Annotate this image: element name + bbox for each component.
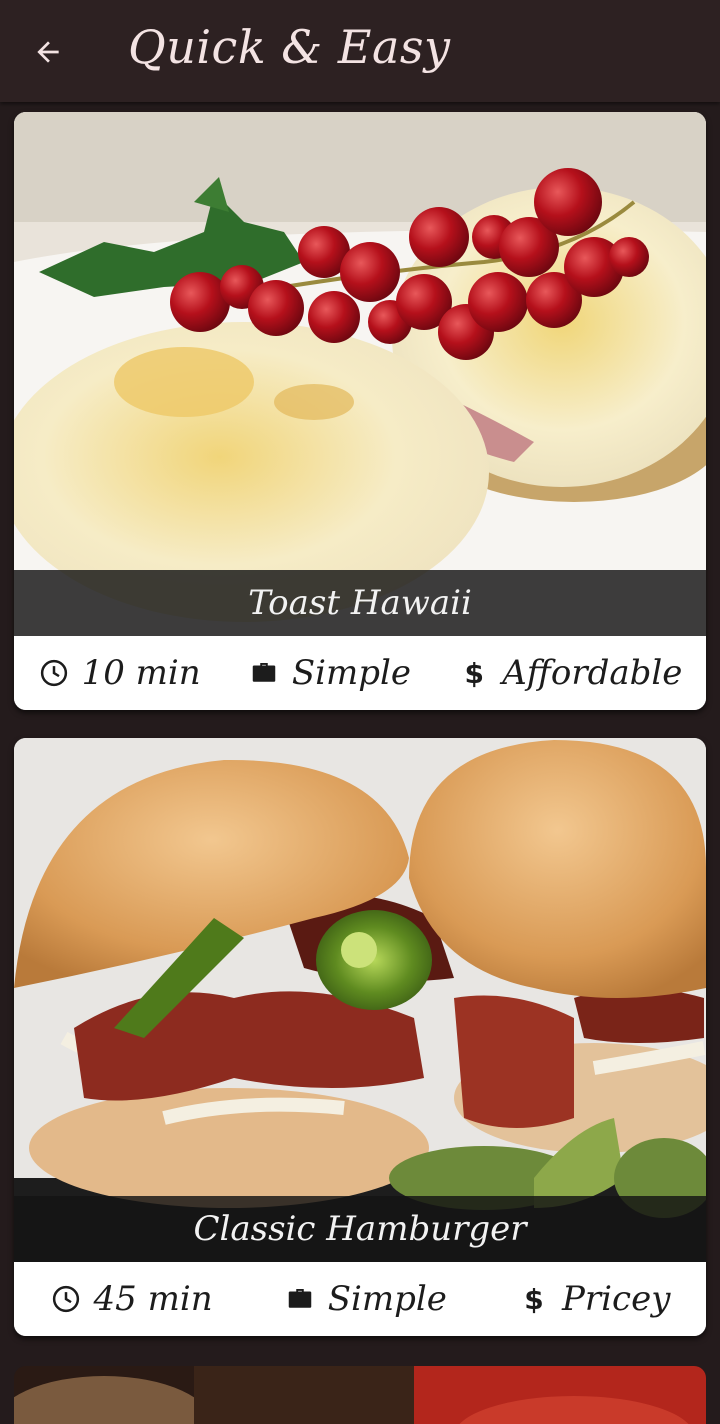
dollar-icon: $ bbox=[464, 656, 484, 690]
arrow-left-icon bbox=[37, 41, 59, 63]
complexity-info: Simple bbox=[248, 653, 411, 693]
affordability-info: $ Pricey bbox=[518, 1279, 670, 1319]
meal-image bbox=[14, 738, 706, 1262]
complexity-label: Simple bbox=[291, 653, 412, 693]
meal-meta: 45 min Simple $ Pricey bbox=[14, 1262, 706, 1336]
page-title: Quick & Easy bbox=[128, 20, 451, 74]
meal-image bbox=[14, 112, 706, 636]
meal-card-partial[interactable] bbox=[14, 1366, 706, 1424]
affordability-info: $ Affordable bbox=[458, 653, 682, 693]
app-bar: Quick & Easy bbox=[0, 0, 720, 102]
duration-label: 10 min bbox=[81, 653, 201, 693]
affordability-label: Affordable bbox=[502, 653, 683, 693]
meal-title: Toast Hawaii bbox=[14, 570, 706, 636]
meal-meta: 10 min Simple $ Affordable bbox=[14, 636, 706, 710]
clock-icon bbox=[50, 1283, 82, 1315]
duration-info: 10 min bbox=[38, 653, 201, 693]
meal-list[interactable]: Toast Hawaii 10 min Simple $ Affordable bbox=[0, 102, 720, 1424]
briefcase-icon bbox=[284, 1283, 316, 1315]
meal-title: Classic Hamburger bbox=[14, 1196, 706, 1262]
briefcase-icon bbox=[248, 657, 280, 689]
back-button[interactable] bbox=[22, 26, 74, 78]
meal-card-classic-hamburger[interactable]: Classic Hamburger 45 min Simple $ Pricey bbox=[14, 738, 706, 1336]
affordability-label: Pricey bbox=[562, 1279, 671, 1319]
complexity-info: Simple bbox=[284, 1279, 447, 1319]
dollar-icon: $ bbox=[524, 1282, 544, 1316]
clock-icon bbox=[38, 657, 70, 689]
duration-label: 45 min bbox=[93, 1279, 213, 1319]
duration-info: 45 min bbox=[50, 1279, 213, 1319]
complexity-label: Simple bbox=[327, 1279, 447, 1319]
meal-card-toast-hawaii[interactable]: Toast Hawaii 10 min Simple $ Affordable bbox=[14, 112, 706, 710]
meal-image bbox=[14, 1366, 706, 1424]
